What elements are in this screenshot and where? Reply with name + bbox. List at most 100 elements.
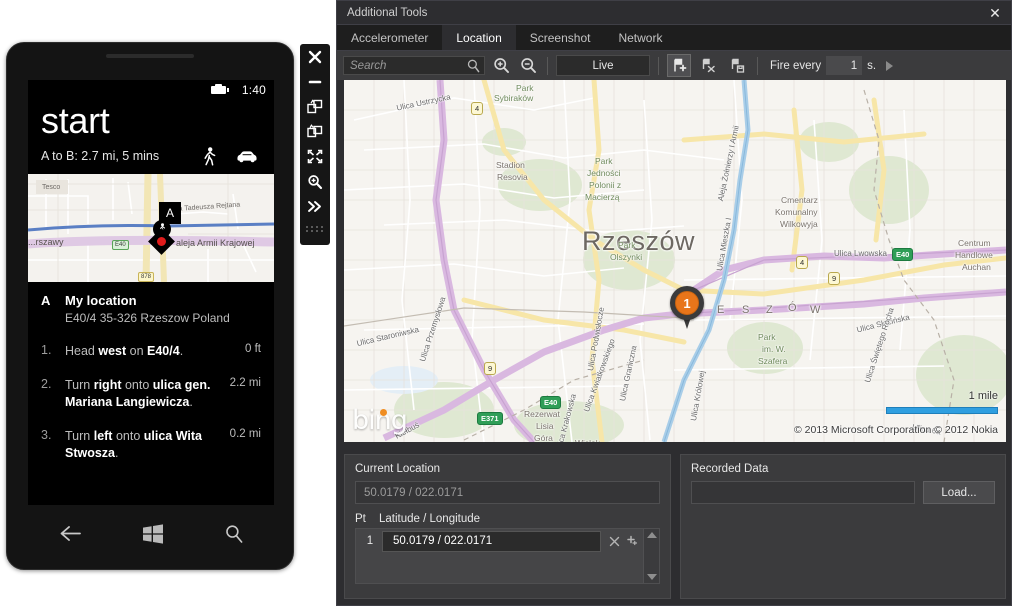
step-number: 3.: [41, 428, 52, 443]
map-label: W: [810, 304, 821, 316]
rotate-left-icon[interactable]: [300, 94, 330, 119]
points-table-scrollbar[interactable]: [643, 529, 659, 583]
step-distance: 2.2 mi: [229, 377, 261, 390]
map-scale-bar: [886, 407, 998, 414]
map-label: Lisia: [536, 421, 554, 431]
points-table[interactable]: 1 50.0179 / 022.0171: [355, 528, 660, 584]
map-label: Park: [516, 83, 534, 93]
search-input[interactable]: [343, 56, 485, 75]
phone-emulator[interactable]: 1:40 start A to B: 2.7 mi, 5 mins Tesco …: [6, 42, 294, 570]
search-icon[interactable]: [467, 59, 480, 78]
map-label: Z: [766, 304, 773, 316]
walking-icon[interactable]: [203, 146, 216, 166]
direction-step: 1. Head west on E40/4. 0 ft: [41, 343, 261, 360]
step-distance: 0 ft: [245, 342, 261, 355]
fit-to-screen-icon[interactable]: [300, 144, 330, 169]
map-label: Centrum: [958, 238, 991, 248]
window-title-bar[interactable]: Additional Tools ✕: [337, 1, 1011, 25]
bing-logo: bing: [352, 405, 408, 436]
scroll-up-icon[interactable]: [646, 532, 657, 538]
emulator-toolbar[interactable]: [300, 44, 330, 245]
close-icon[interactable]: [605, 536, 623, 547]
close-icon[interactable]: [300, 44, 330, 69]
pin-number: 1: [675, 291, 699, 315]
windows-home-icon[interactable]: [142, 523, 164, 550]
toolbar-divider: [658, 56, 659, 75]
map-shield: E40: [892, 248, 914, 261]
recorded-data-path-input[interactable]: [691, 481, 915, 504]
toolbar-divider: [757, 56, 758, 75]
column-pt: Pt: [355, 513, 366, 525]
map-label: Macierzą: [585, 192, 620, 202]
car-icon[interactable]: [236, 150, 258, 163]
status-clock: 1:40: [241, 83, 266, 97]
minimap-label: Tesco: [42, 183, 61, 191]
save-pin-icon[interactable]: [725, 54, 749, 77]
toolbar-divider: [547, 56, 548, 75]
route-summary: A to B: 2.7 mi, 5 mins: [41, 149, 160, 164]
rotate-right-icon[interactable]: [300, 119, 330, 144]
phone-screen[interactable]: 1:40 start A to B: 2.7 mi, 5 mins Tesco …: [28, 80, 274, 505]
tab-accelerometer[interactable]: Accelerometer: [337, 25, 443, 50]
map-label: Stadion: [496, 160, 525, 170]
map-shield: 9: [484, 362, 497, 375]
drag-grip-icon[interactable]: [300, 219, 330, 239]
points-table-header: Pt Latitude / Longitude: [355, 513, 660, 525]
map-label: Rezerwat: [524, 409, 560, 419]
map-label: Szafera: [758, 356, 788, 366]
zoom-out-icon[interactable]: [517, 55, 539, 77]
step-text: Turn left onto ulica Wita Stwosza.: [65, 429, 202, 460]
map-label: Wisłok: [575, 438, 600, 442]
phone-mini-map[interactable]: Tesco ulica Tadeusza Rejtana aleja Armii…: [28, 173, 274, 282]
minimize-icon[interactable]: [300, 69, 330, 94]
play-icon[interactable]: [886, 60, 894, 71]
search-icon[interactable]: [224, 524, 244, 549]
live-button[interactable]: Live: [556, 55, 650, 76]
additional-tools-window: Additional Tools ✕ Accelerometer Locatio…: [336, 0, 1012, 606]
bottom-panels: Current Location 50.0179 / 022.0171 Pt L…: [344, 454, 1006, 599]
add-pin-icon[interactable]: [667, 54, 691, 77]
back-arrow-icon[interactable]: [58, 525, 82, 547]
step-number: 2.: [41, 377, 52, 392]
fire-interval-input[interactable]: [826, 56, 863, 75]
phone-app-header: start A to B: 2.7 mi, 5 mins: [28, 100, 274, 174]
scroll-down-icon[interactable]: [646, 574, 657, 580]
zoom-icon[interactable]: [300, 169, 330, 194]
expand-icon[interactable]: [300, 194, 330, 219]
map-label: Olszynki: [610, 252, 643, 262]
fire-every-label: Fire every: [770, 59, 822, 72]
map-label: Wilkowyja: [780, 219, 818, 229]
origin-address: E40/4 35-326 Rzeszow Poland: [65, 310, 230, 325]
map-shield: 9: [828, 272, 841, 285]
direction-step: 2. Turn right onto ulica gen. Mariana La…: [41, 377, 261, 410]
fire-unit-label: s.: [867, 59, 877, 72]
load-button[interactable]: Load...: [923, 481, 995, 504]
map-label: Park: [595, 156, 613, 166]
minimap-label: aleja Armii Krajowej: [176, 237, 255, 248]
delete-pin-icon[interactable]: [696, 54, 720, 77]
map-label: Resovia: [497, 172, 528, 182]
move-point-icon[interactable]: [623, 535, 641, 547]
map-label: im. W.: [762, 344, 786, 354]
window-title: Additional Tools: [347, 6, 428, 19]
table-row[interactable]: 1 50.0179 / 022.0171: [356, 529, 643, 553]
map-label: Góra: [534, 433, 553, 442]
map-label: Auchan: [962, 262, 991, 272]
tab-location[interactable]: Location: [442, 25, 516, 50]
close-icon[interactable]: ✕: [985, 4, 1005, 22]
map-attribution: © 2013 Microsoft Corporation © 2012 Noki…: [794, 424, 998, 436]
map-label: Park: [618, 240, 636, 250]
tab-screenshot[interactable]: Screenshot: [515, 25, 605, 50]
current-location-title: Current Location: [355, 463, 441, 475]
zoom-in-icon[interactable]: [490, 55, 512, 77]
bing-logo-dot: [380, 409, 387, 416]
map-label: Ó: [788, 302, 797, 314]
location-pin[interactable]: 1: [670, 286, 704, 330]
map-shield: 4: [471, 102, 484, 115]
bing-map[interactable]: Rzeszów Ulica Ustrzycka Park Sybiraków S…: [344, 80, 1006, 442]
search-field[interactable]: [344, 59, 464, 72]
map-label: S: [742, 304, 750, 316]
row-coordinate-input[interactable]: 50.0179 / 022.0171: [382, 530, 601, 552]
tab-network[interactable]: Network: [604, 25, 677, 50]
origin-letter: A: [41, 292, 51, 308]
